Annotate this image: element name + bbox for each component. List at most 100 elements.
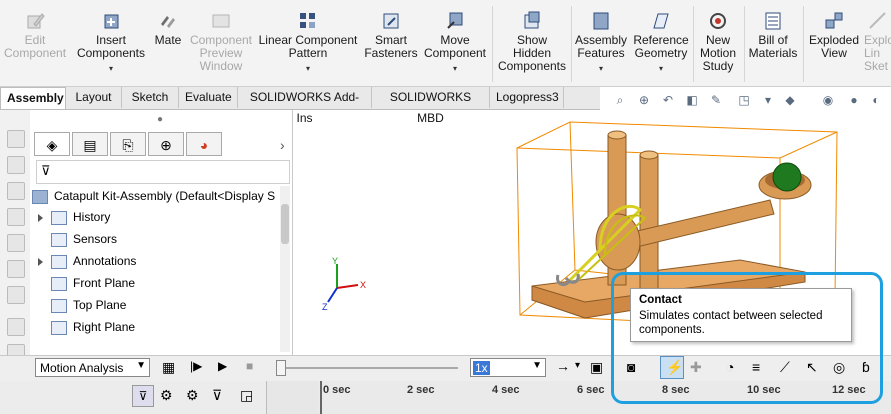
slider-thumb[interactable]	[276, 360, 286, 376]
zoom-to-fit-icon[interactable]: ⌕	[612, 92, 628, 108]
component-preview-window-button[interactable]: Component Preview Window	[188, 4, 254, 84]
expand-arrow-icon[interactable]	[38, 213, 43, 222]
apply-scene-icon[interactable]: ◐	[868, 92, 884, 108]
command-tabs: Assembly Layout Sketch Evaluate SOLIDWOR…	[0, 87, 600, 125]
plane-icon	[51, 320, 67, 335]
edit-component-button[interactable]: Edit Component	[4, 4, 66, 84]
filter-icon[interactable]: ⊽	[41, 163, 51, 179]
display-style-icon[interactable]: ▾	[760, 92, 776, 108]
scrollbar-thumb[interactable]	[281, 204, 289, 244]
playback-slider[interactable]	[278, 367, 458, 369]
toolbar-icon[interactable]	[7, 130, 25, 148]
annotations-icon	[51, 254, 67, 269]
tree-item-right-plane[interactable]: Right Plane	[51, 317, 135, 337]
tree-item-annotations[interactable]: Annotations	[30, 251, 136, 271]
toolbar-icon[interactable]	[7, 182, 25, 200]
ribbon-separator	[693, 6, 694, 82]
tree-root[interactable]: Catapult Kit-Assembly (Default<Display S	[32, 186, 275, 206]
playback-speed-select[interactable]: 1x ▼	[470, 358, 546, 377]
linear-pattern-icon	[300, 13, 315, 28]
tab-solidworks-add-ins[interactable]: SOLIDWORKS Add-Ins	[238, 87, 372, 125]
configuration-icon: ⎘	[122, 137, 134, 153]
insert-components-button[interactable]: Insert Components ▾	[74, 4, 148, 84]
show-hidden-icon	[524, 11, 540, 29]
filter-icon[interactable]: ⊽	[132, 385, 154, 407]
display-cube-icon[interactable]: ◆	[782, 92, 798, 108]
tab-logopress3[interactable]: Logopress3	[490, 87, 564, 108]
tab-solidworks-mbd[interactable]: SOLIDWORKS MBD	[372, 87, 490, 125]
hide-show-items-icon[interactable]: ◉	[820, 92, 836, 108]
tab-display-manager[interactable]: ◕	[186, 132, 222, 156]
zoom-to-area-icon[interactable]: ⊕	[636, 92, 652, 108]
assembly-icon	[32, 189, 48, 204]
filter-driving-icon[interactable]: ⚙	[186, 387, 199, 404]
tree-item-top-plane[interactable]: Top Plane	[51, 295, 126, 315]
tab-feature-manager[interactable]: ◈	[34, 132, 70, 156]
filter-results-icon[interactable]: ◲	[240, 387, 253, 404]
mate-icon	[161, 16, 175, 28]
expand-arrow-icon[interactable]	[38, 257, 43, 266]
tab-sketch[interactable]: Sketch	[122, 87, 179, 108]
projectile-ball	[772, 162, 802, 192]
play-icon[interactable]: ▶	[218, 359, 227, 373]
timeline-filter-toolbar: ⊽ ⚙ ⚙ ⊽ ◲	[0, 381, 267, 414]
tree-item-history[interactable]: History	[30, 207, 110, 227]
tab-property-manager[interactable]: ▤	[72, 132, 108, 156]
section-view-icon[interactable]: ◧	[684, 92, 700, 108]
toolbar-icon[interactable]	[7, 234, 25, 252]
tab-assembly[interactable]: Assembly	[0, 87, 66, 109]
new-motion-study-icon	[710, 13, 726, 29]
toolbar-icon[interactable]	[7, 208, 25, 226]
filter-animated-icon[interactable]: ⚙	[160, 387, 173, 404]
toolbar-icon[interactable]	[7, 156, 25, 174]
exploded-view-button[interactable]: Exploded View	[806, 4, 862, 84]
smart-fasteners-button[interactable]: Smart Fasteners	[362, 4, 420, 84]
tab-evaluate[interactable]: Evaluate	[179, 87, 238, 108]
filter-selected-icon[interactable]: ⊽	[212, 387, 222, 404]
study-type-select[interactable]: Motion Analysis ▼	[35, 358, 150, 377]
collapse-panel-icon[interactable]: ›	[280, 137, 285, 153]
edit-appearance-icon[interactable]: ●	[846, 92, 862, 108]
move-component-button[interactable]: Move Component ▾	[422, 4, 488, 84]
toolbar-icon[interactable]	[7, 318, 25, 336]
explode-line-sketch-button[interactable]: Explo Lin Sket	[864, 4, 891, 84]
panel-handle-icon[interactable]: ●	[157, 114, 163, 125]
display-manager-icon: ◕	[199, 137, 209, 153]
toolbar-icon[interactable]	[7, 260, 25, 278]
history-icon	[51, 210, 67, 225]
view-orientation-icon[interactable]: ◳	[736, 92, 752, 108]
tree-item-sensors[interactable]: Sensors	[51, 229, 117, 249]
assembly-features-button[interactable]: Assembly Features ▾	[574, 4, 628, 84]
chevron-down-icon: ▼	[532, 360, 542, 371]
stop-icon[interactable]: ■	[246, 359, 253, 373]
mate-button[interactable]: Mate	[150, 4, 186, 84]
tree-scrollbar[interactable]	[280, 186, 290, 352]
filter-bar[interactable]: ⊽	[36, 160, 290, 184]
tab-configuration-manager[interactable]: ⎘	[110, 132, 146, 156]
tab-dimxpert-manager[interactable]: ⊕	[148, 132, 184, 156]
calculate-icon[interactable]: ▦	[162, 359, 175, 376]
play-from-start-icon[interactable]: |▶	[190, 359, 202, 373]
chevron-down-icon: ▼	[136, 360, 146, 371]
dynamic-annotation-icon[interactable]: ✎	[708, 92, 724, 108]
time-bar[interactable]	[320, 381, 322, 414]
playback-mode-icon[interactable]: →	[556, 358, 570, 374]
property-manager-icon: ▤	[83, 137, 97, 153]
chevron-down-icon[interactable]: ▾	[575, 360, 580, 371]
previous-view-icon[interactable]: ↶	[660, 92, 676, 108]
explode-line-sketch-icon	[869, 12, 886, 29]
reference-geometry-button[interactable]: Reference Geometry ▾	[632, 4, 690, 84]
highlight-callout-box	[611, 272, 883, 404]
tab-layout[interactable]: Layout	[66, 87, 122, 108]
ribbon-separator	[744, 6, 745, 82]
reference-geometry-icon	[653, 13, 669, 29]
show-hidden-components-button[interactable]: Show Hidden Components	[496, 4, 568, 84]
bill-of-materials-button[interactable]: Bill of Materials	[746, 4, 800, 84]
new-motion-study-button[interactable]: New Motion Study	[696, 4, 740, 84]
tree-item-front-plane[interactable]: Front Plane	[51, 273, 135, 293]
feature-manager-icon: ◈	[46, 137, 58, 153]
save-animation-icon[interactable]: ▣	[590, 359, 603, 376]
exploded-view-icon	[825, 12, 843, 29]
linear-component-pattern-button[interactable]: Linear Component Pattern ▾	[257, 4, 359, 84]
toolbar-icon[interactable]	[7, 286, 25, 304]
